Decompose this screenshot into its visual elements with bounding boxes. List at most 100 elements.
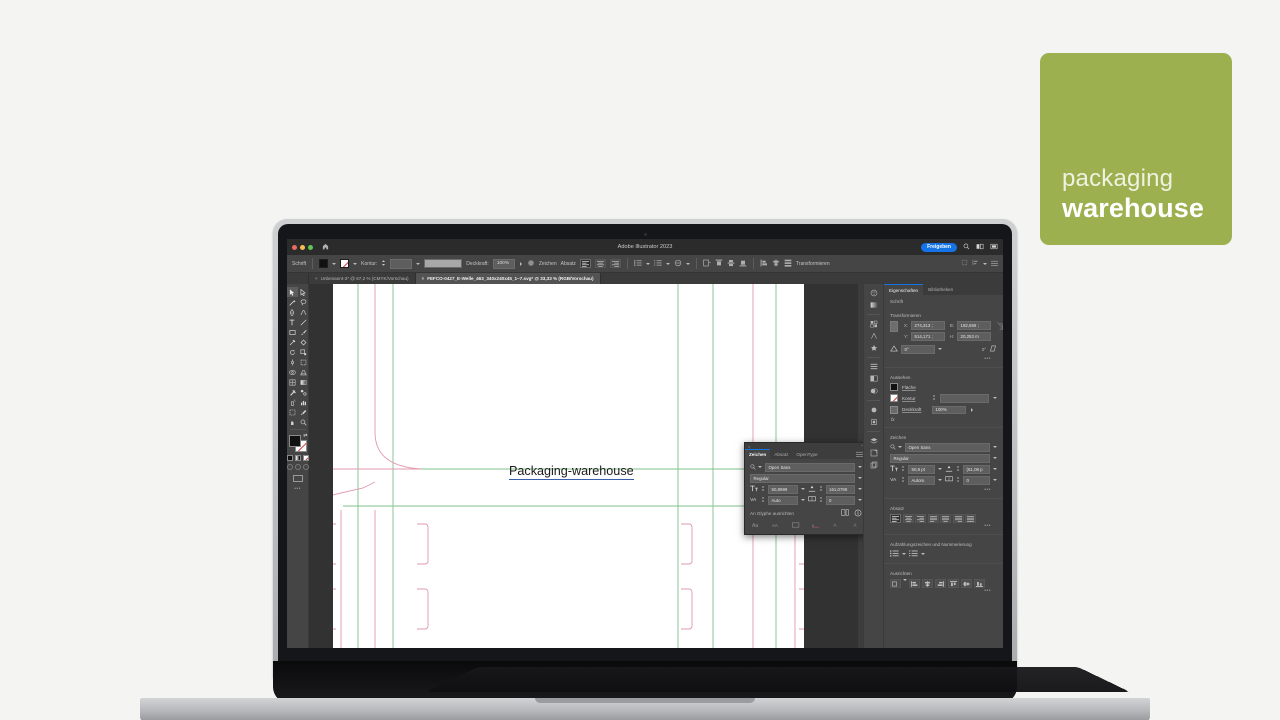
- chevron-down-icon[interactable]: [921, 553, 925, 555]
- numbered-list-icon[interactable]: [654, 260, 662, 268]
- panel-menu-icon[interactable]: [856, 451, 863, 458]
- prop-leading-field[interactable]: (61,08 p: [963, 465, 990, 474]
- subscript-icon[interactable]: a: [811, 521, 822, 529]
- swatches-panel-icon[interactable]: [868, 319, 879, 328]
- rotate-field[interactable]: 0°: [901, 345, 935, 354]
- color-button[interactable]: [287, 455, 293, 461]
- chevron-down-icon[interactable]: [993, 397, 997, 399]
- fill-swatch-large[interactable]: [289, 435, 301, 447]
- transparency-panel-icon[interactable]: [868, 386, 879, 395]
- x-field[interactable]: 274,313 ;: [911, 321, 945, 330]
- tab-eigenschaften[interactable]: Eigenschaften: [884, 284, 923, 295]
- reference-point-selector[interactable]: [890, 321, 898, 332]
- align-center-button[interactable]: [595, 259, 606, 268]
- align-right-button[interactable]: [610, 259, 621, 268]
- kerning-field[interactable]: Auto: [768, 496, 798, 505]
- info-icon[interactable]: [854, 509, 862, 518]
- tracking-field[interactable]: 0: [826, 496, 856, 505]
- link-proportions-icon[interactable]: [997, 321, 1003, 333]
- paragraph-panel-link[interactable]: Absatz: [561, 261, 576, 267]
- stroke-swatch[interactable]: [890, 394, 898, 402]
- asset-export-panel-icon[interactable]: [868, 460, 879, 469]
- kerning-stepper[interactable]: [901, 476, 905, 484]
- magic-wand-tool[interactable]: [287, 297, 298, 307]
- stroke-weight-field[interactable]: [940, 394, 989, 403]
- graphic-styles-panel-icon[interactable]: [868, 417, 879, 426]
- character-more-options-icon[interactable]: •••: [890, 487, 997, 493]
- mesh-tool[interactable]: [287, 377, 298, 387]
- none-button[interactable]: [303, 455, 309, 461]
- chevron-down-icon[interactable]: [983, 263, 987, 265]
- workspace-icon[interactable]: [976, 243, 984, 252]
- line-segment-tool[interactable]: [298, 317, 309, 327]
- paintbrush-tool[interactable]: [298, 327, 309, 337]
- chevron-down-icon[interactable]: [758, 466, 762, 468]
- draw-behind-button[interactable]: [295, 464, 301, 470]
- chevron-down-icon[interactable]: [938, 468, 942, 470]
- slice-tool[interactable]: [298, 407, 309, 417]
- curvature-tool[interactable]: [298, 307, 309, 317]
- chevron-down-icon[interactable]: [646, 263, 650, 265]
- tab-bibliotheken[interactable]: Bibliotheken: [923, 284, 958, 295]
- pen-tool[interactable]: [287, 307, 298, 317]
- area-type-options-icon[interactable]: [703, 259, 711, 269]
- screen-mode-button[interactable]: [293, 475, 303, 482]
- chevron-down-icon[interactable]: [903, 579, 907, 581]
- draw-normal-button[interactable]: [287, 464, 293, 470]
- chevron-down-icon[interactable]: [938, 479, 942, 481]
- artboards-panel-icon[interactable]: [868, 448, 879, 457]
- close-icon[interactable]: ×: [315, 276, 318, 281]
- small-caps-icon[interactable]: AA: [770, 521, 781, 529]
- y-field[interactable]: 514,171 ;: [911, 332, 945, 341]
- artwork-text[interactable]: Packaging-warehouse: [509, 464, 634, 480]
- prop-font-family-field[interactable]: Open Sans: [905, 443, 990, 452]
- hand-tool[interactable]: [287, 417, 298, 427]
- chevron-down-icon[interactable]: [858, 499, 862, 501]
- para-justify-last-left-button[interactable]: [928, 514, 939, 523]
- para-align-right-button[interactable]: [915, 514, 926, 523]
- search-icon[interactable]: [750, 464, 762, 470]
- blend-tool[interactable]: [298, 387, 309, 397]
- font-size-field[interactable]: 50,8999: [768, 485, 798, 494]
- size-stepper[interactable]: [901, 465, 905, 473]
- gradient-tool[interactable]: [298, 377, 309, 387]
- chevron-down-icon[interactable]: [801, 488, 805, 490]
- preferences-icon[interactable]: [961, 259, 968, 268]
- pathfinder-panel-icon[interactable]: [868, 374, 879, 383]
- prop-tracking-field[interactable]: 0: [963, 476, 990, 485]
- transform-more-options-icon[interactable]: •••: [890, 356, 997, 362]
- opacity-field[interactable]: 100%: [932, 406, 966, 415]
- leading-stepper[interactable]: [956, 465, 960, 473]
- color-panel-icon[interactable]: [868, 288, 879, 297]
- align-horizontal-right-icon[interactable]: [935, 579, 946, 588]
- zoom-tool[interactable]: [298, 417, 309, 427]
- opacity-label[interactable]: Deckkraft: [902, 407, 928, 412]
- size-stepper[interactable]: [761, 485, 765, 493]
- symbols-panel-icon[interactable]: [868, 343, 879, 352]
- chevron-down-icon[interactable]: [416, 263, 420, 265]
- prop-kerning-field[interactable]: Autom.: [908, 476, 935, 485]
- panel-menu-icon[interactable]: [991, 260, 998, 268]
- bullet-list-icon[interactable]: [890, 550, 899, 558]
- fx-button[interactable]: fx: [891, 417, 997, 422]
- close-icon[interactable]: ×: [748, 444, 750, 449]
- stroke-color-swatch[interactable]: [340, 259, 349, 268]
- swap-fill-stroke-icon[interactable]: ⇄: [303, 433, 307, 439]
- layers-panel-icon[interactable]: [868, 436, 879, 445]
- scale-tool[interactable]: [298, 347, 309, 357]
- character-panel[interactable]: × ⌃ Zeichen Absatz OpenType: [744, 442, 863, 535]
- text-wrap-icon[interactable]: [674, 259, 682, 269]
- align-panel-icon[interactable]: [868, 362, 879, 371]
- align-to-selection-icon[interactable]: [890, 579, 901, 588]
- chevron-down-icon[interactable]: [686, 263, 690, 265]
- font-style-field[interactable]: Regular: [750, 474, 855, 483]
- chevron-down-icon[interactable]: [858, 488, 862, 490]
- chevron-down-icon[interactable]: [666, 263, 670, 265]
- align-vertical-bottom-icon[interactable]: [974, 579, 985, 588]
- align-vertical-top-icon[interactable]: [948, 579, 959, 588]
- stroke-weight-stepper[interactable]: [932, 394, 936, 402]
- window-controls[interactable]: [292, 245, 313, 250]
- distribute-objects-icon[interactable]: [972, 259, 979, 268]
- strikethrough-icon[interactable]: A: [851, 521, 862, 529]
- transform-panel-link[interactable]: Transformieren: [796, 261, 830, 267]
